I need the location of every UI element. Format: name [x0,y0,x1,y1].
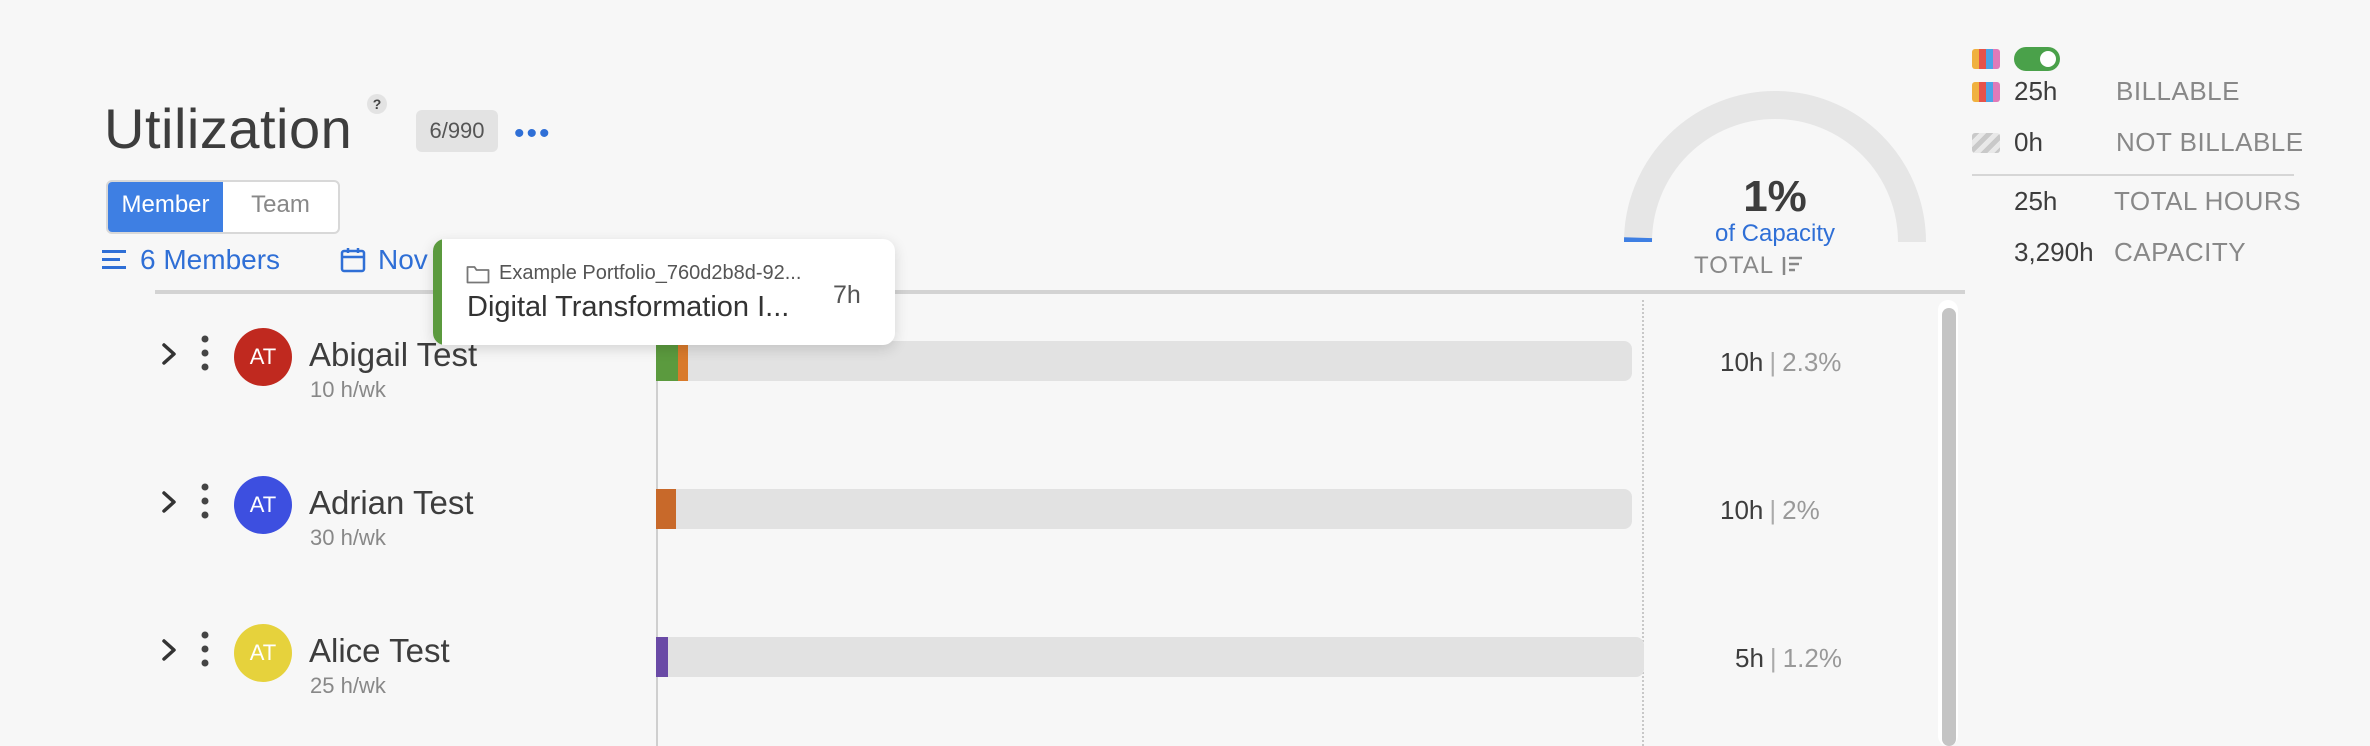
avatar[interactable]: AT [234,476,292,534]
not-billable-pattern-icon [1972,132,2000,153]
legend-capacity: 3,290h CAPACITY [2014,237,2246,268]
tooltip-project-name: Digital Transformation I... [467,291,790,323]
billable-label: BILLABLE [2116,76,2240,106]
team-view-button[interactable]: Team [223,182,338,232]
member-weekly-rate: 10 h/wk [310,377,386,402]
utilization-bar-segment[interactable] [656,339,678,381]
utilization-bar-track[interactable] [656,637,1644,677]
total-column-header[interactable]: TOTAL [1694,252,1804,280]
capacity-percent: 1% [1743,172,1807,221]
scrollbar-thumb[interactable] [1942,308,1956,746]
total-header-label: TOTAL [1694,252,1775,279]
billable-toggle[interactable] [2014,47,2060,71]
more-options-icon[interactable]: ••• [514,119,552,149]
member-hours: 5h [1735,643,1764,673]
total-hours-value: 25h [2014,186,2058,216]
member-name[interactable]: Adrian Test [309,484,473,522]
capacity-marker-line [1642,300,1644,746]
billable-filter-row [1972,47,2060,71]
legend-not-billable: 0h NOT BILLABLE [1972,127,2304,158]
member-percent: 1.2% [1782,643,1842,673]
members-filter-label: 6 Members [140,244,281,275]
member-total: 10h | 2% [1720,495,1820,526]
legend-divider [1972,174,2294,176]
list-icon [102,250,126,269]
utilization-bar-segment[interactable] [656,637,668,677]
utilization-bar-segment[interactable] [678,341,688,381]
member-weekly-rate: 30 h/wk [310,525,386,550]
total-separator: | [1769,643,1777,673]
capacity-value: 3,290h [2014,237,2094,267]
sort-icon [1782,256,1803,275]
project-tooltip: Example Portfolio_760d2b8d-92... Digital… [433,239,895,345]
utilization-bar-track[interactable] [656,489,1632,529]
legend-total-hours: 25h TOTAL HOURS [2014,186,2301,217]
member-hours: 10h [1720,495,1764,525]
billable-colors-icon [1972,81,2000,102]
table-header-divider [155,290,1965,294]
member-total: 10h | 2.3% [1720,347,1841,378]
billable-value: 25h [2014,76,2058,106]
count-badge: 6/990 [416,110,498,152]
total-separator: | [1769,347,1777,377]
folder-icon [466,266,490,284]
member-name[interactable]: Alice Test [309,632,450,670]
capacity-subtitle: of Capacity [1714,220,1836,247]
tooltip-portfolio-name: Example Portfolio_760d2b8d-92... [499,262,802,284]
total-hours-label: TOTAL HOURS [2114,186,2302,216]
tooltip-hours: 7h [833,281,861,309]
row-menu-icon[interactable] [200,483,210,525]
member-weekly-rate: 25 h/wk [310,673,386,698]
expand-chevron-icon[interactable] [160,340,178,374]
utilization-bar-track[interactable] [656,341,1632,381]
date-filter-button[interactable]: Nov [340,244,428,276]
member-percent: 2.3% [1782,347,1842,377]
date-filter-label: Nov [378,244,428,275]
member-hours: 10h [1720,347,1764,377]
expand-chevron-icon[interactable] [160,488,178,522]
member-total: 5h | 1.2% [1735,643,1842,674]
calendar-icon [340,248,366,273]
billable-colors-icon [1972,49,2000,69]
members-filter-button[interactable]: 6 Members [102,244,280,276]
not-billable-value: 0h [2014,127,2043,157]
avatar[interactable]: AT [234,624,292,682]
not-billable-label: NOT BILLABLE [2116,127,2304,157]
total-separator: | [1769,495,1777,525]
member-view-button[interactable]: Member [108,182,223,232]
row-menu-icon[interactable] [200,335,210,377]
avatar[interactable]: AT [234,328,292,386]
tooltip-color-accent [433,239,442,345]
view-toggle: Member Team [106,180,340,234]
capacity-label: CAPACITY [2114,237,2247,267]
help-icon[interactable]: ? [367,94,387,114]
expand-chevron-icon[interactable] [160,636,178,670]
utilization-bar-segment[interactable] [656,489,676,529]
row-menu-icon[interactable] [200,631,210,673]
member-percent: 2% [1782,495,1820,525]
legend-billable: 25h BILLABLE [1972,76,2240,107]
page-title: Utilization [104,97,353,160]
